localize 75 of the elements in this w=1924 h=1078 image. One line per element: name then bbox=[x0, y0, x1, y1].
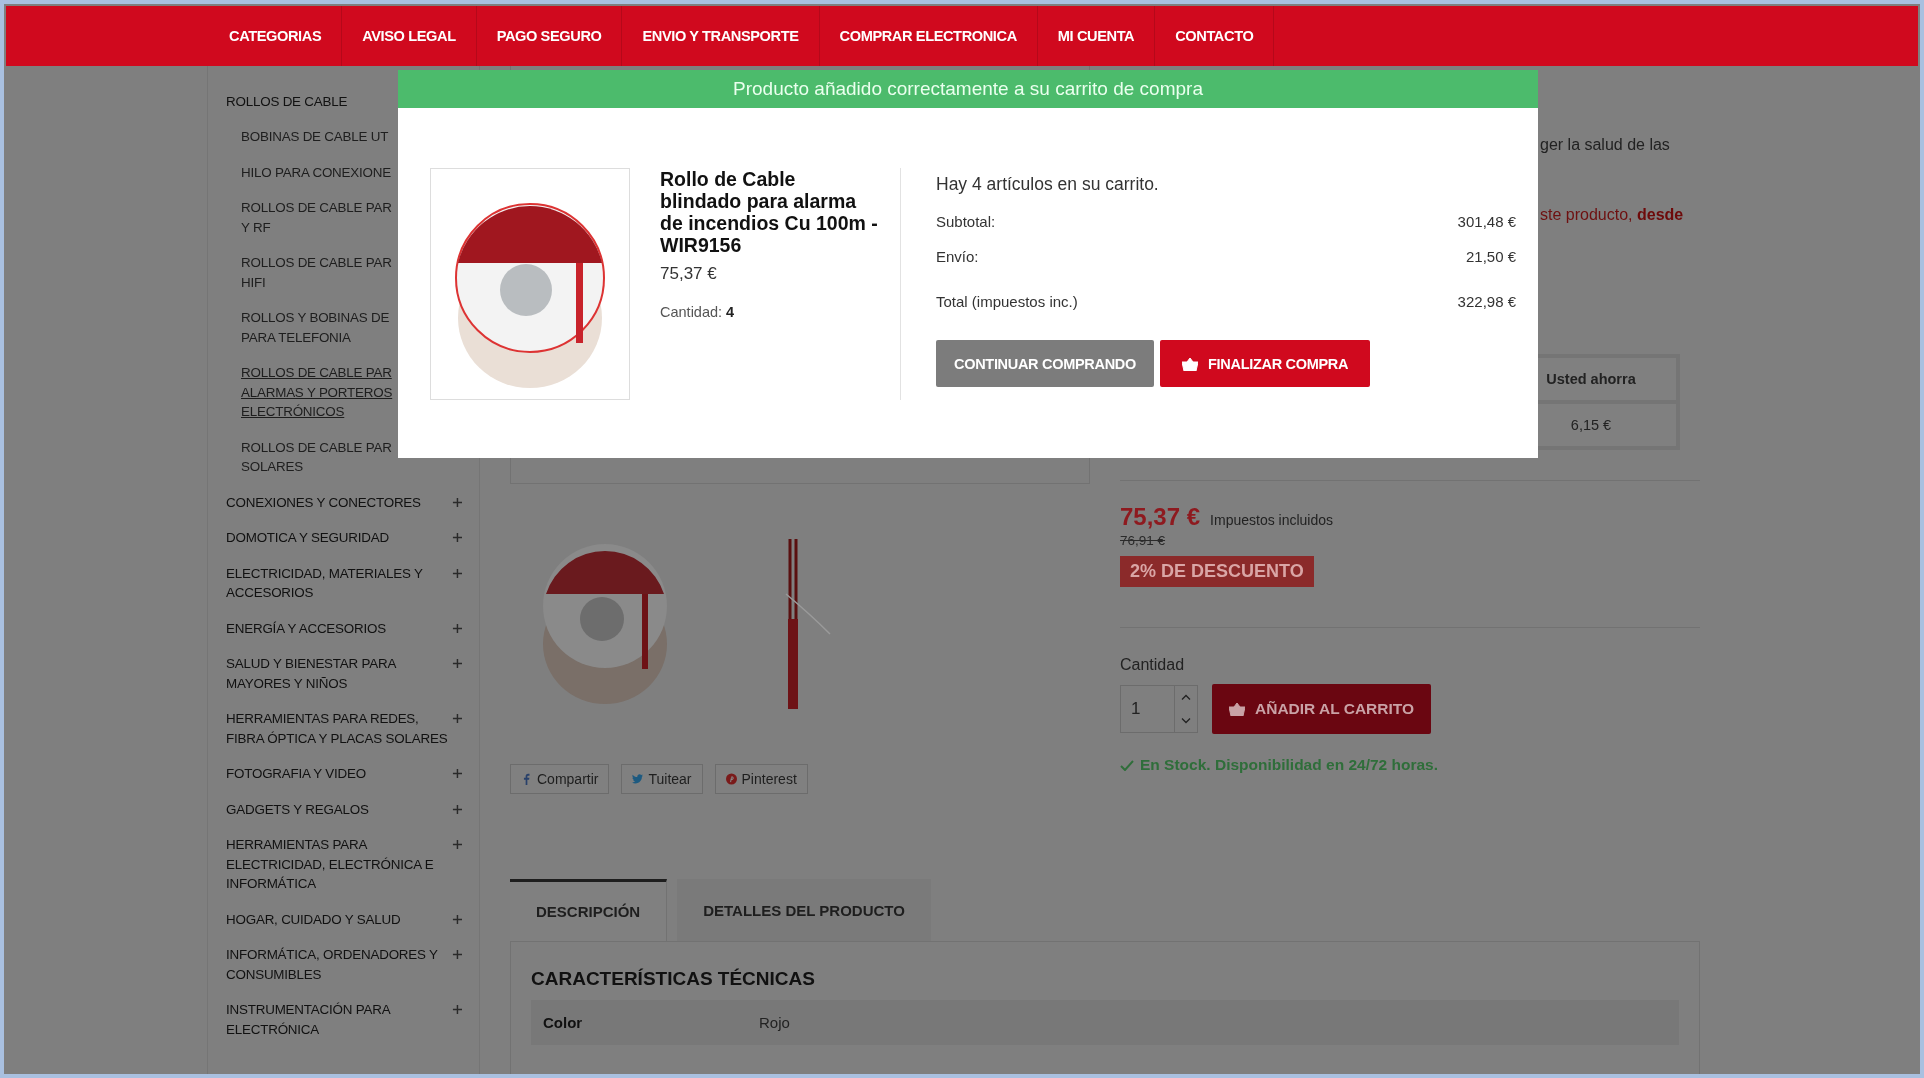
expand-icon[interactable] bbox=[452, 713, 463, 724]
add-to-cart-button[interactable]: AÑADIR AL CARRITO bbox=[1212, 684, 1432, 734]
sidebar-subcategory[interactable]: BOBINAS DE CABLE UT bbox=[226, 120, 389, 156]
expand-icon[interactable] bbox=[452, 913, 463, 925]
nav-link[interactable]: ENVIO Y TRANSPORTE bbox=[622, 6, 820, 66]
share-button[interactable]: Pinterest bbox=[714, 764, 808, 794]
discount-badge: 2% DE DESCUENTO bbox=[1120, 556, 1314, 587]
expand-icon[interactable] bbox=[452, 949, 463, 960]
sidebar-subcategory[interactable]: ROLLOS DE CABLE PAR HIFI bbox=[226, 246, 392, 301]
description-text: ste producto, desde bbox=[1540, 206, 1684, 224]
nav-link[interactable]: PAGO SEGURO bbox=[476, 6, 623, 66]
total-value: 21,50 € bbox=[1465, 248, 1516, 265]
nav-link[interactable]: CATEGORIAS bbox=[209, 6, 343, 66]
expand-icon[interactable] bbox=[452, 768, 463, 779]
bird-icon bbox=[632, 773, 644, 785]
sidebar-category[interactable]: HOGAR, CUIDADO Y SALUD bbox=[226, 909, 453, 929]
expand-icon[interactable] bbox=[452, 1004, 463, 1015]
checkout-button[interactable]: FINALIZAR COMPRA bbox=[1160, 340, 1371, 387]
sidebar-subcategory[interactable]: ROLLOS DE CABLE PAR ALARMAS Y PORTEROS ELECTRÓNICOS bbox=[226, 356, 393, 431]
continue-shopping-button[interactable]: CONTINUAR COMPRANDO bbox=[936, 340, 1154, 387]
sidebar-category[interactable]: INFORMÁTICA, ORDENADORES Y CONSUMIBLES bbox=[226, 945, 453, 984]
sidebar-category[interactable]: HERRAMIENTAS PARA ELECTRICIDAD, ELECTRÓNICA E INFORMÁTICA bbox=[226, 835, 453, 894]
total-label: Subtotal: bbox=[936, 213, 996, 230]
expand-icon[interactable] bbox=[452, 839, 463, 850]
sidebar-category[interactable]: ELECTRICIDAD, MATERIALES Y ACCESORIOS bbox=[226, 563, 453, 603]
spec-value: Rojo bbox=[759, 1014, 790, 1031]
product-price: 75,37 € bbox=[1120, 503, 1201, 531]
expand-icon[interactable] bbox=[452, 803, 463, 815]
share-button[interactable]: Compartir bbox=[510, 764, 610, 794]
total-value: 301,48 € bbox=[1457, 213, 1516, 230]
expand-icon[interactable] bbox=[452, 532, 463, 543]
sidebar-subcategory[interactable]: ROLLOS DE CABLE PAR Y RF bbox=[226, 191, 392, 246]
expand-icon[interactable] bbox=[452, 622, 463, 634]
expand-icon[interactable] bbox=[452, 658, 463, 669]
sidebar-category[interactable]: ENERGÍA Y ACCESORIOS bbox=[226, 618, 453, 638]
tab[interactable]: DESCRIPCIÓN bbox=[510, 879, 668, 941]
quantity-text: Cantidad: 4 bbox=[660, 304, 736, 320]
expand-icon[interactable] bbox=[452, 567, 463, 579]
quantity-label: Cantidad bbox=[1120, 656, 1186, 674]
nav-link[interactable]: MI CUENTA bbox=[1037, 6, 1156, 66]
cart-summary: Hay 4 artículos en su carrito. bbox=[936, 174, 1160, 195]
basket-icon bbox=[1229, 702, 1245, 716]
share-button[interactable]: Tuitear bbox=[621, 764, 703, 794]
spec-name: Color bbox=[543, 1014, 584, 1031]
old-price: 76,91 € bbox=[1120, 533, 1167, 548]
total-value: 322,98 € bbox=[1457, 293, 1516, 310]
expand-icon[interactable] bbox=[452, 496, 463, 508]
stock-status: En Stock. Disponibilidad en 24/72 horas. bbox=[1140, 756, 1439, 774]
sidebar-category[interactable]: FOTOGRAFIA Y VIDEO bbox=[226, 764, 453, 784]
sidebar-category[interactable]: SALUD Y BIENESTAR PARA MAYORES Y NIÑOS bbox=[226, 654, 453, 693]
product-title: Rollo de Cable blindado para alarma de incendios Cu 100m - WIR9156 bbox=[660, 168, 879, 256]
nav-link[interactable]: AVISO LEGAL bbox=[342, 6, 477, 66]
sidebar-category[interactable]: DOMOTICA Y SEGURIDAD bbox=[226, 528, 453, 548]
f-logo-icon bbox=[521, 773, 532, 785]
total-label: Envío: bbox=[936, 248, 979, 265]
description-text: ger la salud de las bbox=[1540, 136, 1670, 154]
sidebar-category[interactable]: HERRAMIENTAS PARA REDES, FIBRA ÓPTICA Y PLACAS SOLARES bbox=[226, 709, 453, 748]
nav-link[interactable]: CONTACTO bbox=[1155, 6, 1275, 66]
product-price: 75,37 € bbox=[660, 264, 718, 284]
sidebar-subcategory[interactable]: HILO PARA CONEXIONE bbox=[226, 155, 391, 191]
sidebar-category[interactable]: INSTRUMENTACIÓN PARA ELECTRÓNICA bbox=[226, 1000, 453, 1039]
basket-icon bbox=[1182, 356, 1198, 371]
sidebar-category[interactable]: CONEXIONES Y CONECTORES bbox=[226, 492, 453, 512]
p-circle-icon bbox=[725, 773, 737, 785]
tax-note: Impuestos incluidos bbox=[1210, 512, 1334, 528]
sidebar-category[interactable]: GADGETS Y REGALOS bbox=[226, 799, 453, 819]
total-label: Total (impuestos inc.) bbox=[936, 293, 1078, 310]
success-banner: Producto añadido correctamente a su carrito de compra bbox=[398, 70, 1538, 108]
sidebar-subcategory[interactable]: ROLLOS DE CABLE PAR SOLARES bbox=[226, 430, 392, 486]
tab[interactable]: DETALLES DEL PRODUCTO bbox=[677, 879, 931, 941]
checkmark-icon bbox=[1120, 759, 1134, 771]
quantity-input[interactable]: 1 bbox=[1120, 685, 1198, 733]
sidebar-subcategory[interactable]: ROLLOS Y BOBINAS DE PARA TELEFONIA bbox=[226, 301, 390, 356]
nav-link[interactable]: COMPRAR ELECTRONICA bbox=[819, 6, 1038, 66]
section-heading: CARACTERÍSTICAS TÉCNICAS bbox=[531, 968, 816, 990]
